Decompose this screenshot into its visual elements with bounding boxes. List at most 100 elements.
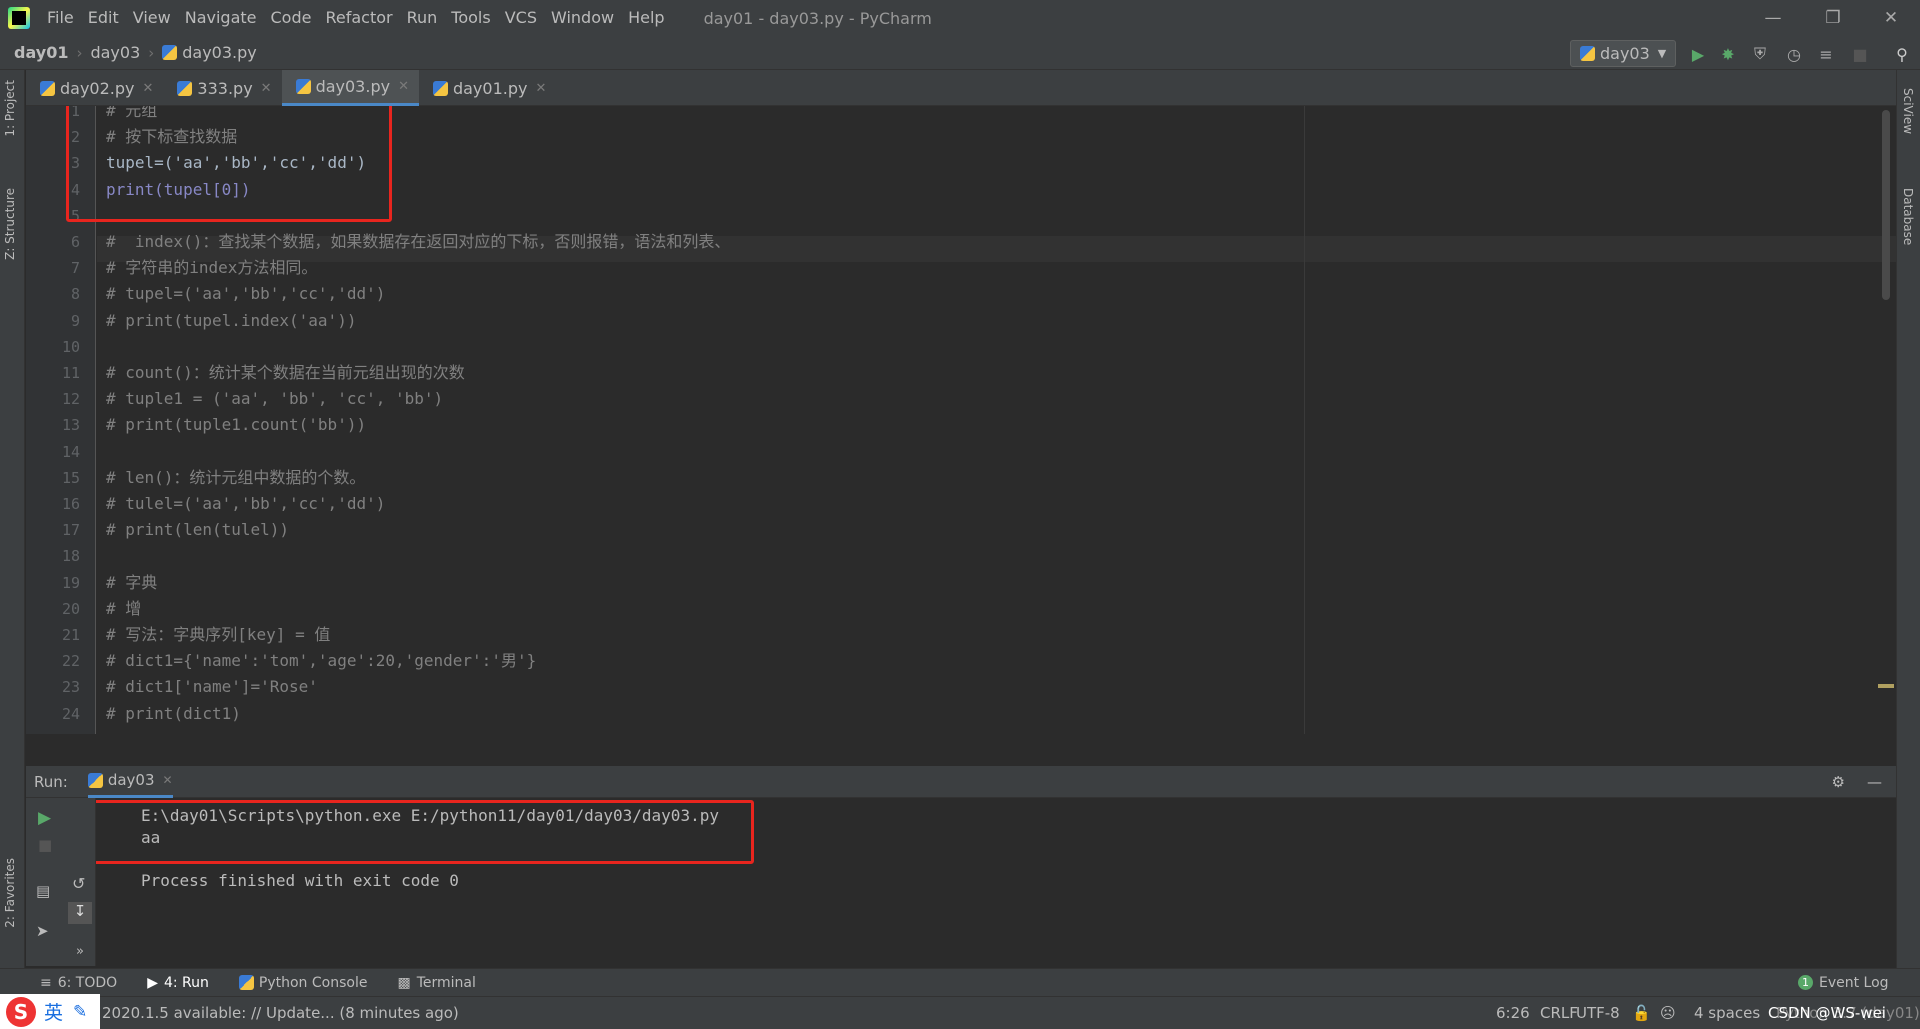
editor-tab-333-py[interactable]: 333.py ✕ bbox=[163, 70, 281, 106]
code-line[interactable]: 17 # print(len(tulel)) bbox=[26, 517, 1866, 543]
python-console-tool-tab[interactable]: Python Console bbox=[238, 975, 367, 991]
stop-icon[interactable]: ■ bbox=[1850, 44, 1870, 64]
menu-code[interactable]: Code bbox=[264, 0, 319, 36]
search-icon[interactable]: ⚲ bbox=[1892, 44, 1912, 64]
indent-setting[interactable]: 4 spaces bbox=[1694, 1004, 1760, 1022]
code-line[interactable]: 13 # print(tuple1.count('bb')) bbox=[26, 412, 1866, 438]
close-window-icon[interactable]: ✕ bbox=[1862, 0, 1920, 36]
code-line[interactable]: 18 bbox=[26, 543, 1866, 569]
caret-position[interactable]: 6:26 bbox=[1496, 1004, 1530, 1022]
menu-refactor[interactable]: Refactor bbox=[318, 0, 399, 36]
close-tab-icon[interactable]: ✕ bbox=[143, 81, 154, 96]
line-number: 21 bbox=[61, 626, 80, 644]
code-line[interactable]: 16 # tulel=('aa','bb','cc','dd') bbox=[26, 491, 1866, 517]
inspector-icon[interactable]: ☹ bbox=[1660, 1004, 1676, 1022]
code-line[interactable]: 14 bbox=[26, 439, 1866, 465]
code-editor[interactable]: 1 # 元组 2 # 按下标查找数据 3 tupel=('aa','bb','cc','d… bbox=[26, 106, 1896, 734]
code-line[interactable]: 15 # len()：统计元组中数据的个数。 bbox=[26, 465, 1866, 491]
todo-tool-tab[interactable]: ≡ 6: TODO bbox=[40, 975, 117, 991]
code-line[interactable]: 6 # index()：查找某个数据，如果数据存在返回对应的下标，否则报错，语法和… bbox=[26, 229, 1866, 255]
ime-indicator[interactable]: S 英 ✎ bbox=[0, 994, 100, 1029]
run-output-console[interactable]: E:\day01\Scripts\python.exe E:/python11/… bbox=[26, 798, 1896, 966]
concurrency-icon[interactable]: ≡ bbox=[1816, 44, 1836, 64]
line-text: # print(tuple1.count('bb')) bbox=[106, 415, 367, 435]
run-toolbar: ▶ ■ ↺ ▤ ↧ ➤ » bbox=[26, 798, 96, 966]
close-tab-icon[interactable]: ✕ bbox=[398, 79, 409, 94]
warning-marker[interactable] bbox=[1878, 684, 1894, 688]
code-line[interactable]: 23 # dict1['name']='Rose' bbox=[26, 674, 1866, 700]
database-tool-tab[interactable]: Database bbox=[1901, 188, 1915, 245]
menu-window[interactable]: Window bbox=[544, 0, 621, 36]
menu-help[interactable]: Help bbox=[621, 0, 671, 36]
rerun-icon[interactable]: ▶ bbox=[38, 808, 51, 828]
code-line[interactable]: 22 # dict1={'name':'tom','age':20,'gender… bbox=[26, 648, 1866, 674]
minimize-icon[interactable]: — bbox=[1744, 0, 1802, 36]
pin-icon[interactable]: ➤ bbox=[36, 922, 49, 940]
run-tab-day03[interactable]: day03 ✕ bbox=[87, 766, 173, 798]
breadcrumb-folder[interactable]: day03 bbox=[90, 43, 140, 62]
coverage-icon[interactable]: ⛨ bbox=[1750, 44, 1770, 64]
menu-bar: File Edit View Navigate Code Refactor Run Tools… bbox=[0, 0, 1920, 36]
update-message[interactable]: 2020.1.5 available: // Update... (8 minu… bbox=[102, 1004, 459, 1022]
line-text: # len()：统计元组中数据的个数。 bbox=[106, 467, 366, 487]
run-configuration-select[interactable]: day03 ▼ bbox=[1570, 40, 1676, 67]
breadcrumb-file[interactable]: day03.py bbox=[182, 43, 257, 62]
close-icon[interactable]: ✕ bbox=[163, 773, 173, 787]
python-icon bbox=[1580, 46, 1595, 61]
favorites-tool-tab[interactable]: 2: Favorites bbox=[3, 858, 17, 928]
run-tool-tab[interactable]: ▶ 4: Run bbox=[147, 975, 209, 991]
editor-tab-day02-py[interactable]: day02.py ✕ bbox=[26, 70, 163, 106]
menu-tools[interactable]: Tools bbox=[444, 0, 497, 36]
right-margin-guide bbox=[1304, 106, 1305, 734]
event-log-button[interactable]: 1 Event Log bbox=[1798, 975, 1889, 991]
code-line[interactable]: 12 # tuple1 = ('aa', 'bb', 'cc', 'bb') bbox=[26, 386, 1866, 412]
code-line[interactable]: 19 # 字典 bbox=[26, 570, 1866, 596]
close-tab-icon[interactable]: ✕ bbox=[261, 81, 272, 96]
editor-scrollbar[interactable] bbox=[1882, 110, 1890, 300]
line-text: # tuple1 = ('aa', 'bb', 'cc', 'bb') bbox=[106, 389, 444, 409]
code-line[interactable]: 24 # print(dict1) bbox=[26, 701, 1866, 727]
project-tool-tab[interactable]: 1: Project bbox=[3, 80, 17, 137]
sciview-tool-tab[interactable]: SciView bbox=[1901, 88, 1915, 134]
status-bar: 2020.1.5 available: // Update... (8 minu… bbox=[0, 996, 1920, 1029]
menu-view[interactable]: View bbox=[126, 0, 178, 36]
breadcrumb-project[interactable]: day01 bbox=[14, 43, 68, 62]
line-number: 12 bbox=[61, 390, 80, 409]
code-line[interactable]: 9 # print(tupel.index('aa')) bbox=[26, 308, 1866, 334]
run-panel-label: Run: bbox=[34, 772, 68, 791]
editor-tab-day01-py[interactable]: day01.py ✕ bbox=[419, 70, 556, 106]
menu-run[interactable]: Run bbox=[400, 0, 445, 36]
hide-panel-icon[interactable]: — bbox=[1867, 773, 1882, 791]
line-number: 11 bbox=[61, 364, 80, 382]
scroll-to-end-icon[interactable]: ↧ bbox=[68, 902, 92, 924]
code-line[interactable]: 7 # 字符串的index方法相同。 bbox=[26, 255, 1866, 281]
profile-icon[interactable]: ◷ bbox=[1784, 44, 1804, 64]
structure-tool-tab[interactable]: Z: Structure bbox=[3, 188, 17, 260]
terminal-tool-tab[interactable]: ▩ Terminal bbox=[397, 975, 475, 991]
menu-vcs[interactable]: VCS bbox=[498, 0, 544, 36]
menu-navigate[interactable]: Navigate bbox=[178, 0, 264, 36]
python-file-icon bbox=[40, 80, 55, 96]
close-tab-icon[interactable]: ✕ bbox=[535, 81, 546, 96]
soft-wrap-icon[interactable]: ↺ bbox=[72, 874, 85, 893]
layout-icon[interactable]: ▤ bbox=[36, 882, 50, 900]
code-line[interactable]: 20 # 增 bbox=[26, 596, 1866, 622]
settings-gear-icon[interactable]: ⚙ bbox=[1832, 773, 1845, 791]
code-line[interactable]: 11 # count()：统计某个数据在当前元组出现的次数 bbox=[26, 360, 1866, 386]
stop-icon[interactable]: ■ bbox=[38, 836, 52, 854]
line-text: # dict1['name']='Rose' bbox=[106, 677, 318, 697]
restore-icon[interactable]: ❐ bbox=[1804, 0, 1862, 36]
code-line[interactable]: 8 # tupel=('aa','bb','cc','dd') bbox=[26, 281, 1866, 307]
lock-icon[interactable]: 🔓 bbox=[1632, 1004, 1651, 1022]
editor-tab-day03-py[interactable]: day03.py ✕ bbox=[281, 70, 419, 106]
code-line[interactable]: 10 bbox=[26, 334, 1866, 360]
run-icon[interactable]: ▶ bbox=[1688, 44, 1708, 64]
more-icon[interactable]: » bbox=[76, 944, 84, 959]
menu-edit[interactable]: Edit bbox=[81, 0, 126, 36]
menu-file[interactable]: File bbox=[40, 0, 81, 36]
code-line[interactable]: 21 # 写法：字典序列[key] = 值 bbox=[26, 622, 1866, 648]
debug-icon[interactable]: ✸ bbox=[1718, 44, 1738, 64]
line-separator[interactable]: CRLF bbox=[1540, 1004, 1578, 1022]
file-encoding[interactable]: UTF-8 bbox=[1576, 1004, 1620, 1022]
bottom-tool-tabs: ≡ 6: TODO ▶ 4: Run Python Console ▩ Termina… bbox=[0, 968, 1920, 996]
